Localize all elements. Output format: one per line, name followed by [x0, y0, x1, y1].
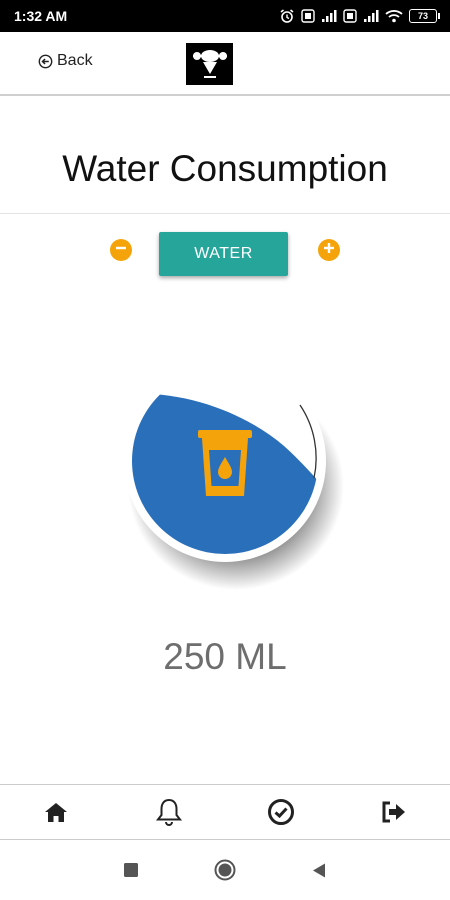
app-header: Back [0, 32, 450, 96]
plus-circle-icon [323, 241, 335, 259]
back-arrow-icon [38, 54, 53, 69]
water-button[interactable]: WATER [159, 232, 288, 276]
back-label: Back [57, 52, 93, 69]
status-time: 1:32 AM [14, 8, 68, 24]
logout-icon [380, 800, 408, 824]
back-triangle-icon [312, 863, 326, 882]
wifi-icon [385, 9, 403, 23]
battery-icon: 73 [409, 9, 440, 23]
signal-icon [363, 9, 379, 23]
check-circle-icon [267, 798, 295, 826]
water-glass-icon [195, 426, 255, 498]
recents-button[interactable] [124, 863, 138, 882]
water-volume-value: 250 ML [163, 636, 287, 677]
volte-icon [301, 9, 315, 23]
decrease-button[interactable] [110, 239, 132, 261]
volte-icon [343, 9, 357, 23]
minus-circle-icon [115, 241, 127, 259]
bell-icon [155, 797, 183, 827]
signal-icon [321, 9, 337, 23]
recents-square-icon [124, 863, 138, 881]
status-icons: 73 [279, 8, 440, 24]
nav-home[interactable] [0, 785, 113, 839]
battery-level: 73 [409, 9, 437, 23]
alarm-icon [279, 8, 295, 24]
nav-completed[interactable] [225, 785, 338, 839]
increase-button[interactable] [318, 239, 340, 261]
bottom-nav [0, 784, 450, 840]
water-gauge[interactable] [124, 360, 344, 590]
nav-logout[interactable] [338, 785, 450, 839]
page-title: Water Consumption [62, 148, 388, 189]
home-circle-icon [214, 859, 236, 885]
home-icon [43, 801, 69, 823]
back-button[interactable]: Back [38, 52, 93, 70]
status-bar: 1:32 AM 73 [0, 0, 450, 32]
nav-notifications[interactable] [113, 785, 226, 839]
divider [0, 213, 450, 214]
system-back-button[interactable] [312, 863, 326, 883]
gym-logo [186, 43, 233, 85]
system-home-button[interactable] [214, 859, 236, 886]
